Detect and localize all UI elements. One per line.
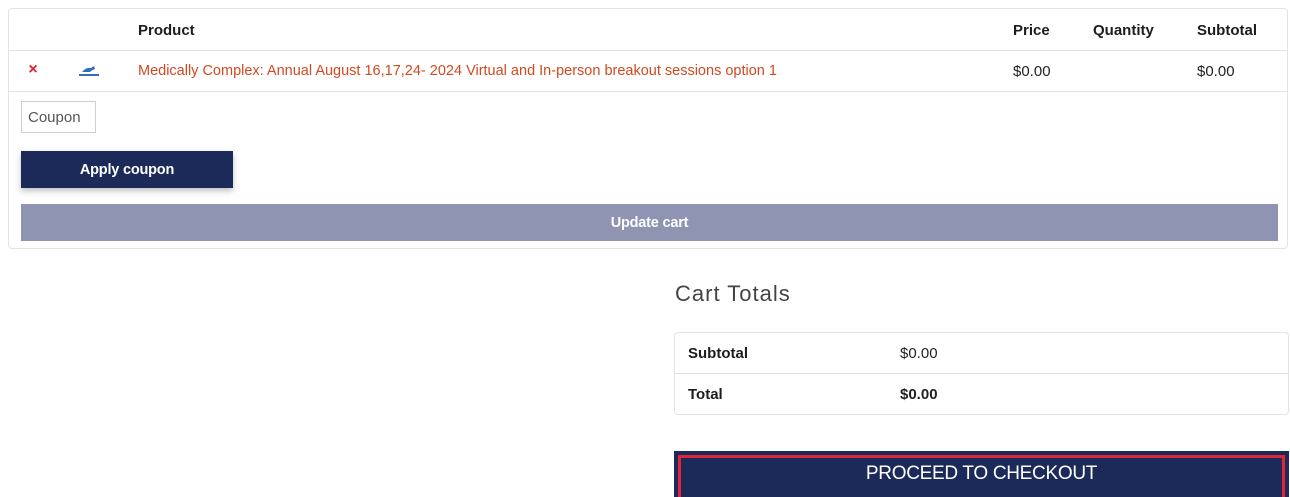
product-thumbnail-icon[interactable]	[73, 63, 103, 77]
column-header-price: Price	[1013, 22, 1050, 39]
totals-row-total: Total $0.00	[675, 374, 1288, 415]
column-header-subtotal: Subtotal	[1197, 22, 1257, 39]
coupon-input[interactable]	[21, 101, 96, 133]
update-cart-button[interactable]: Update cart	[21, 204, 1278, 241]
subtotal-label: Subtotal	[688, 345, 748, 362]
checkout-button-label: PROCEED TO CHECKOUT	[865, 463, 1098, 484]
item-price: $0.00	[1013, 63, 1051, 80]
cart-totals-title: Cart Totals	[675, 281, 791, 306]
cart-table: Product Price Quantity Subtotal × Medica…	[8, 8, 1288, 249]
cart-totals-table: Subtotal $0.00 Total $0.00	[674, 332, 1289, 415]
cart-table-header: Product Price Quantity Subtotal	[9, 9, 1287, 51]
remove-item-icon[interactable]: ×	[25, 61, 41, 79]
subtotal-value: $0.00	[900, 345, 938, 362]
item-subtotal: $0.00	[1197, 63, 1235, 80]
total-value: $0.00	[900, 386, 938, 403]
product-name-link[interactable]: Medically Complex: Annual August 16,17,2…	[138, 63, 777, 79]
cart-item-row: × Medically Complex: Annual August 16,17…	[9, 51, 1287, 92]
proceed-to-checkout-button[interactable]: PROCEED TO CHECKOUT	[674, 451, 1289, 497]
column-header-product: Product	[138, 22, 195, 39]
totals-row-subtotal: Subtotal $0.00	[675, 333, 1288, 374]
total-label: Total	[688, 386, 723, 403]
apply-coupon-button[interactable]: Apply coupon	[21, 151, 233, 188]
column-header-quantity: Quantity	[1093, 22, 1154, 39]
